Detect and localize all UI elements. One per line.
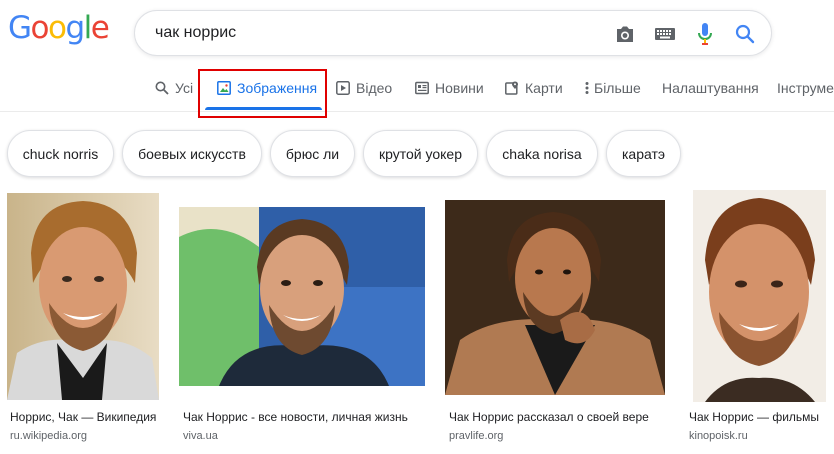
keyboard-icon[interactable] (653, 22, 677, 46)
search-input[interactable]: чак норрис (155, 24, 236, 42)
result-thumbnail[interactable] (445, 200, 665, 395)
camera-icon[interactable] (613, 22, 637, 46)
result-source: ru.wikipedia.org (10, 430, 88, 442)
related-chip[interactable]: боевых искусств (122, 130, 262, 177)
result-thumbnail[interactable] (685, 190, 834, 402)
tab-tools[interactable]: Інструменти (777, 80, 834, 96)
google-logo[interactable]: Google (8, 10, 110, 46)
tab-label: Налаштування (662, 80, 759, 96)
more-vert-icon (583, 80, 591, 96)
tab-settings[interactable]: Налаштування (662, 80, 759, 96)
map-icon (504, 80, 520, 96)
tab-more[interactable]: Більше (583, 80, 641, 96)
logo-letter: e (90, 10, 110, 46)
search-submit-icon[interactable] (733, 22, 757, 46)
tab-video[interactable]: Відео (335, 80, 392, 96)
logo-letter: o (30, 10, 50, 46)
related-chip[interactable]: chaka norisa (486, 130, 598, 177)
result-title[interactable]: Чак Норрис рассказал о своей вере (449, 410, 665, 424)
related-chip[interactable]: брюс ли (270, 130, 355, 177)
tab-label: Відео (356, 80, 393, 96)
tab-label: Більше (594, 80, 641, 96)
tab-label: Новини (435, 80, 484, 96)
result-title[interactable]: Чак Норрис — фильмы (689, 410, 834, 424)
result-title[interactable]: Норрис, Чак — Википедия (10, 410, 160, 424)
result-source: viva.ua (183, 430, 218, 442)
logo-letter: G (8, 10, 32, 46)
result-title[interactable]: Чак Норрис - все новости, личная жизнь (183, 410, 425, 424)
image-icon (216, 80, 232, 96)
logo-letter: l (83, 10, 93, 46)
microphone-icon[interactable] (693, 22, 717, 46)
tab-maps[interactable]: Карти (504, 80, 563, 96)
tab-news[interactable]: Новини (414, 80, 484, 96)
result-thumbnail[interactable] (7, 193, 159, 400)
tab-images[interactable]: Зображення (216, 80, 317, 96)
search-bar[interactable]: чак норрис (134, 10, 772, 56)
tab-label: Усі (175, 80, 194, 96)
logo-letter: g (65, 10, 85, 46)
play-icon (335, 80, 351, 96)
logo-letter: o (48, 10, 67, 46)
tab-label: Інструменти (777, 80, 834, 96)
result-source: kinopoisk.ru (689, 430, 748, 442)
related-chip[interactable]: каратэ (606, 130, 681, 177)
result-source: pravlife.org (449, 430, 504, 442)
tab-label: Карти (525, 80, 563, 96)
tab-all[interactable]: Усі (154, 80, 193, 96)
related-chip[interactable]: chuck norris (7, 130, 114, 177)
news-icon (414, 80, 430, 96)
search-icon (154, 80, 170, 96)
tab-label: Зображення (237, 80, 318, 96)
result-thumbnail[interactable] (179, 207, 425, 386)
active-tab-indicator (205, 107, 322, 110)
search-tabs: Усі Зображення Відео Новини Карти Більше… (0, 72, 834, 112)
related-chip[interactable]: крутой уокер (363, 130, 478, 177)
